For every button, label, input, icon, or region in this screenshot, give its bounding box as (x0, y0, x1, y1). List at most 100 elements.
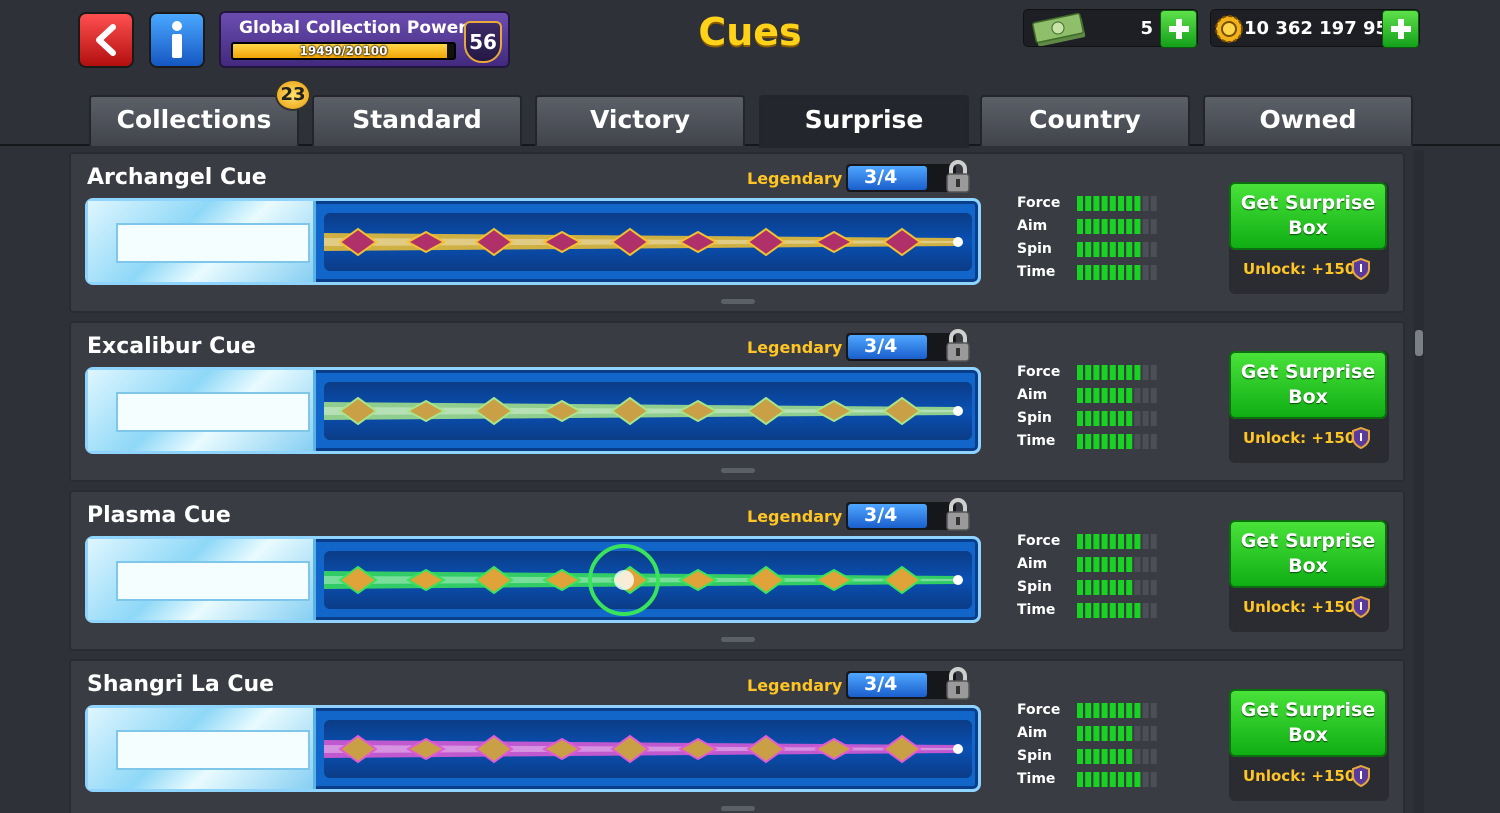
stat-segment (1077, 219, 1083, 234)
stat-segment (1085, 219, 1092, 234)
tab-collections[interactable]: Collections (89, 95, 299, 146)
add-coins-button[interactable] (1382, 10, 1419, 48)
stat-segment (1150, 534, 1157, 549)
stat-segment (1126, 365, 1133, 380)
stat-segment (1150, 580, 1157, 595)
stat-segment (1118, 703, 1124, 718)
stat-segment (1101, 726, 1108, 741)
scrollbar[interactable] (1414, 150, 1424, 813)
button-line-2: Box (1288, 555, 1328, 577)
stat-segment (1093, 196, 1100, 211)
stat-segment (1093, 411, 1100, 426)
tab-victory[interactable]: Victory (535, 95, 745, 146)
stat-segment (1118, 726, 1124, 741)
stat-segment (1118, 534, 1124, 549)
stat-segment (1118, 411, 1124, 426)
stat-segment (1085, 726, 1092, 741)
get-surprise-box-button[interactable]: Get Surprise Box (1229, 689, 1387, 757)
stat-bar-time (1077, 772, 1157, 787)
stat-segment (1101, 219, 1108, 234)
stat-segment (1126, 749, 1133, 764)
back-button[interactable] (78, 12, 134, 68)
stat-segment (1150, 772, 1157, 787)
stat-segment (1150, 726, 1157, 741)
stat-row-time: Time (1017, 599, 1167, 622)
info-button[interactable] (149, 12, 205, 68)
cue-stick-image (324, 734, 963, 764)
card-handle (721, 299, 755, 304)
stat-segment (1134, 703, 1141, 718)
stat-segment (1109, 557, 1116, 572)
stat-segment (1142, 534, 1149, 549)
pieces-count: 3/4 (864, 673, 898, 695)
stat-label-aim: Aim (1017, 725, 1048, 741)
stat-segment (1093, 772, 1100, 787)
tab-standard[interactable]: Standard (312, 95, 522, 146)
stat-segment (1085, 603, 1092, 618)
scrollbar-thumb[interactable] (1415, 330, 1423, 356)
stat-segment (1093, 265, 1100, 280)
stat-segment (1093, 726, 1100, 741)
stat-segment (1085, 242, 1092, 257)
global-collection-power[interactable]: Global Collection Power 19490/20100 56 (219, 11, 510, 68)
cue-stick-image (324, 544, 963, 616)
stat-segment (1142, 219, 1149, 234)
stat-label-spin: Spin (1017, 748, 1052, 764)
lock-icon (946, 667, 970, 700)
get-surprise-box-button[interactable]: Get Surprise Box (1229, 520, 1387, 588)
stat-bar-time (1077, 603, 1157, 618)
stat-row-aim: Aim (1017, 215, 1167, 238)
stat-segment (1134, 434, 1141, 449)
stat-bar-spin (1077, 749, 1157, 764)
cue-card: Shangri La Cue Legendary 3/4 Force Aim Spi… (69, 659, 1405, 813)
cue-preview[interactable] (85, 705, 981, 792)
unlock-panel: Get Surprise Box Unlock: +150 (1229, 689, 1389, 801)
get-surprise-box-button[interactable]: Get Surprise Box (1229, 182, 1387, 250)
cue-name: Shangri La Cue (87, 672, 275, 697)
stat-label-force: Force (1017, 533, 1061, 549)
cue-preview[interactable] (85, 198, 981, 285)
stat-segment (1118, 219, 1124, 234)
stat-segment (1134, 534, 1141, 549)
stat-row-time: Time (1017, 430, 1167, 453)
stat-segment (1142, 580, 1149, 595)
cue-preview[interactable] (85, 536, 981, 623)
stat-segment (1118, 196, 1124, 211)
back-arrow-icon (96, 24, 116, 56)
stat-label-spin: Spin (1017, 410, 1052, 426)
stat-segment (1101, 772, 1108, 787)
stat-bar-spin (1077, 411, 1157, 426)
cue-case-end (88, 539, 316, 620)
pieces-progress: 3/4 (846, 671, 956, 699)
tab-owned[interactable]: Owned (1203, 95, 1413, 146)
get-surprise-box-button[interactable]: Get Surprise Box (1229, 351, 1387, 419)
cue-list[interactable]: Archangel Cue Legendary 3/4 Force Aim Spin… (69, 152, 1405, 813)
tab-surprise[interactable]: Surprise (759, 95, 969, 148)
add-cash-button[interactable] (1160, 10, 1197, 48)
stat-segment (1118, 557, 1124, 572)
stat-segment (1093, 434, 1100, 449)
cue-preview[interactable] (85, 367, 981, 454)
stat-segment (1150, 703, 1157, 718)
stat-segment (1118, 580, 1124, 595)
cue-case-end (88, 201, 316, 282)
stat-label-force: Force (1017, 195, 1061, 211)
rarity-label: Legendary (747, 507, 843, 526)
stat-segment (1126, 196, 1133, 211)
pieces-count: 3/4 (864, 504, 898, 526)
cue-stats: Force Aim Spin Time (1017, 361, 1167, 453)
stat-label-time: Time (1017, 771, 1056, 787)
stat-segment (1093, 242, 1100, 257)
stat-segment (1109, 265, 1116, 280)
stat-segment (1093, 557, 1100, 572)
stat-segment (1101, 411, 1108, 426)
stat-segment (1150, 388, 1157, 403)
cash-counter: 5 (1023, 9, 1198, 48)
stat-segment (1093, 749, 1100, 764)
tab-country[interactable]: Country (980, 95, 1190, 146)
stat-segment (1150, 603, 1157, 618)
stat-segment (1085, 749, 1092, 764)
cue-stats: Force Aim Spin Time (1017, 530, 1167, 622)
cue-stick-image (324, 227, 963, 257)
stat-segment (1118, 265, 1124, 280)
